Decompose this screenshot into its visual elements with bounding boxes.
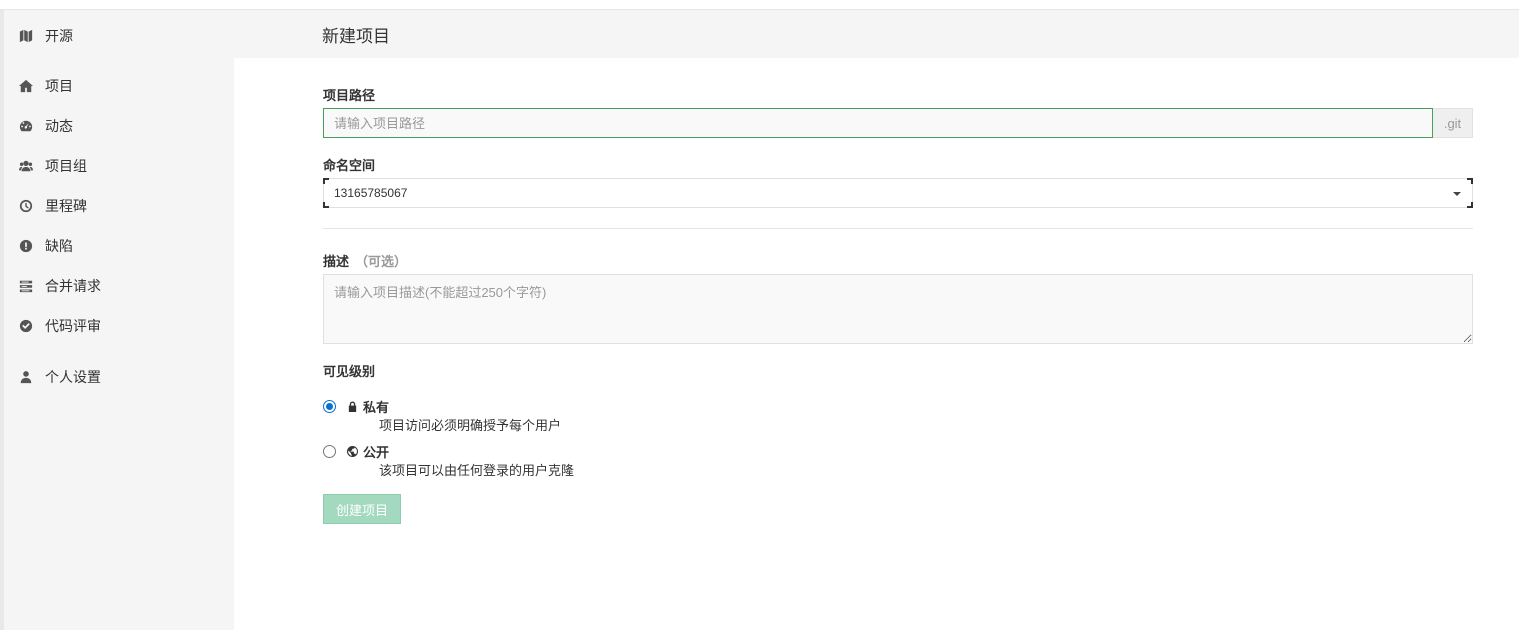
dashboard-icon [18, 118, 34, 134]
sidebar: 开源 项目 动态 项目组 里程碑 缺陷 合并请求 代码评审 个人设置 [0, 10, 234, 630]
sidebar-item-label: 代码评审 [45, 318, 101, 334]
page-header: 新建项目 [234, 10, 1519, 58]
sidebar-item-label: 缺陷 [45, 238, 73, 254]
sidebar-item-label: 个人设置 [45, 369, 101, 385]
sidebar-item-label: 里程碑 [45, 198, 87, 214]
sidebar-item-issues[interactable]: 缺陷 [18, 234, 73, 258]
caret-down-icon [1453, 192, 1461, 196]
top-bar [0, 0, 1519, 10]
select-corner [1467, 178, 1473, 184]
public-radio[interactable] [323, 445, 336, 458]
sidebar-item-label: 动态 [45, 118, 73, 134]
optional-hint: （可选） [355, 254, 408, 269]
sidebar-item-label: 项目组 [45, 158, 87, 174]
git-suffix-addon: .git [1433, 108, 1473, 138]
visibility-option-private[interactable]: 私有 [323, 397, 389, 416]
page-title: 新建项目 [322, 27, 390, 46]
select-corner [323, 202, 329, 208]
sidebar-item-merge-requests[interactable]: 合并请求 [18, 274, 101, 298]
description-textarea[interactable] [323, 274, 1473, 344]
sidebar-item-label: 开源 [45, 28, 73, 44]
project-path-label: 项目路径 [323, 88, 376, 103]
select-corner [1467, 202, 1473, 208]
namespace-select[interactable]: 13165785067 [323, 178, 1473, 208]
visibility-name: 私有 [363, 400, 390, 415]
namespace-value: 13165785067 [334, 186, 408, 200]
create-project-button[interactable]: 创建项目 [323, 494, 401, 524]
check-circle-icon [18, 318, 34, 334]
globe-icon [346, 446, 358, 458]
exclamation-icon [18, 238, 34, 254]
user-icon [18, 369, 34, 385]
visibility-description: 项目访问必须明确授予每个用户 [379, 418, 562, 433]
visibility-option-public[interactable]: 公开 [323, 442, 389, 461]
sidebar-item-profile-settings[interactable]: 个人设置 [18, 365, 101, 389]
sidebar-item-activity[interactable]: 动态 [18, 114, 73, 138]
map-icon [18, 28, 34, 44]
sidebar-item-label: 项目 [45, 78, 73, 94]
visibility-name: 公开 [363, 445, 390, 460]
sidebar-item-code-review[interactable]: 代码评审 [18, 314, 101, 338]
namespace-label: 命名空间 [323, 158, 376, 173]
select-corner [323, 178, 329, 184]
sidebar-item-milestones[interactable]: 里程碑 [18, 194, 87, 218]
private-radio[interactable] [323, 400, 336, 413]
sidebar-item-projects[interactable]: 项目 [18, 74, 73, 98]
new-project-form: 项目路径 .git 命名空间 13165785067 描述 （可选） 可见级别 私… [234, 58, 1519, 630]
description-label-text: 描述 [323, 254, 350, 269]
project-path-input[interactable] [323, 108, 1433, 138]
visibility-label: 可见级别 [323, 364, 376, 379]
home-icon [18, 78, 34, 94]
clock-icon [18, 198, 34, 214]
divider [323, 228, 1473, 229]
tasks-icon [18, 278, 34, 294]
lock-icon [346, 401, 358, 413]
sidebar-item-open-source[interactable]: 开源 [18, 24, 73, 48]
users-icon [18, 158, 34, 174]
description-label: 描述 （可选） [323, 251, 407, 270]
sidebar-item-groups[interactable]: 项目组 [18, 154, 87, 178]
visibility-description: 该项目可以由任何登录的用户克隆 [379, 463, 575, 478]
sidebar-item-label: 合并请求 [45, 278, 101, 294]
